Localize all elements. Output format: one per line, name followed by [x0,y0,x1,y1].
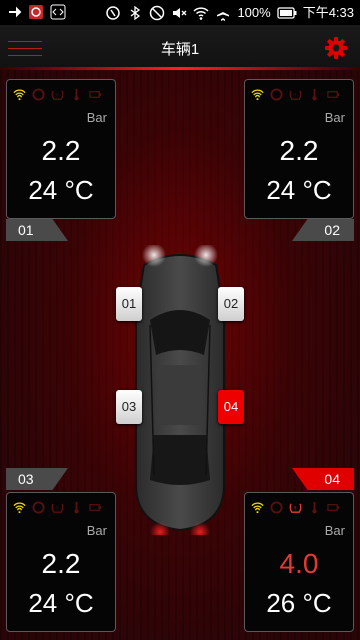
wheel-button-front-right[interactable]: 02 [218,287,244,321]
temperature-value: 24 °C [28,175,94,205]
status-icons: ! [251,87,347,101]
tire-card-rear-right[interactable]: ! Bar 4.0 26 °C [244,492,354,632]
do-not-disturb-icon [150,5,165,20]
wheel-button-rear-left[interactable]: 03 [116,390,142,424]
svg-text:!: ! [56,505,58,512]
tire-card-front-left[interactable]: ! Bar 2.2 24 °C [6,79,116,219]
settings-gear-icon[interactable] [324,36,348,60]
thermometer-icon [74,501,79,513]
temperature-value: 26 °C [266,588,332,618]
temperature-value: 24 °C [266,175,332,205]
battery-icon [327,503,340,511]
no-sim-icon [106,5,121,20]
wheel-button-rear-right[interactable]: 04 [218,390,244,424]
battery-icon [277,6,297,19]
tire-warning-icon [32,87,45,101]
signal-icon [13,88,26,100]
pressure-unit: Bar [86,110,107,125]
mute-icon [173,7,187,18]
pressure-value: 4.0 [279,548,319,579]
tire-position-label: 02 [292,219,354,241]
pressure-unit: Bar [324,110,345,125]
clock: 下午4:33 [302,5,354,20]
pressure-value: 2.2 [41,135,81,166]
pressure-icon: ! [51,503,64,513]
svg-text:!: ! [294,92,296,99]
thermometer-icon [312,501,317,513]
wifi-icon [193,6,209,20]
status-icons: ! [13,87,109,101]
pressure-icon: ! [289,90,302,100]
pressure-icon: ! [51,90,64,100]
tire-card-front-right[interactable]: ! Bar 2.2 24 °C [244,79,354,219]
app-bar: 车辆1 [0,25,360,70]
tire-dashboard: ! Bar 2.2 24 °C 01 ! Bar 2.2 24 °C 02 01… [0,70,360,640]
svg-text:!: ! [294,505,296,512]
pressure-unit: Bar [324,523,345,538]
status-icons: ! [251,500,347,514]
wheel-button-front-left[interactable]: 01 [116,287,142,321]
signal-icon [251,501,264,513]
status-bar: 100% 下午4:33 [0,0,360,25]
temperature-value: 24 °C [28,588,94,618]
app-notification-icon [29,5,43,19]
code-icon [50,4,66,20]
tire-card-rear-left[interactable]: ! Bar 2.2 24 °C [6,492,116,632]
airplane-mode-icon [217,5,230,21]
pressure-icon: ! [289,503,302,513]
battery-percent: 100% [237,5,271,20]
signal-icon [13,501,26,513]
battery-icon [327,90,340,98]
pressure-unit: Bar [86,523,107,538]
battery-icon [89,90,102,98]
thermometer-icon [74,88,79,100]
battery-icon [89,503,102,511]
status-icons: ! [13,500,109,514]
usb-icon [9,6,22,18]
tire-position-label: 04 [292,468,354,490]
thermometer-icon [312,88,317,100]
tire-warning-icon [270,87,283,101]
tire-position-label: 03 [6,468,68,490]
svg-text:!: ! [56,92,58,99]
tire-position-label: 01 [6,219,68,241]
pressure-value: 2.2 [41,548,81,579]
pressure-value: 2.2 [279,135,319,166]
tire-warning-icon [270,500,283,514]
page-title: 车辆1 [160,41,200,58]
signal-icon [251,88,264,100]
tire-warning-icon [32,500,45,514]
bluetooth-icon [131,5,141,20]
